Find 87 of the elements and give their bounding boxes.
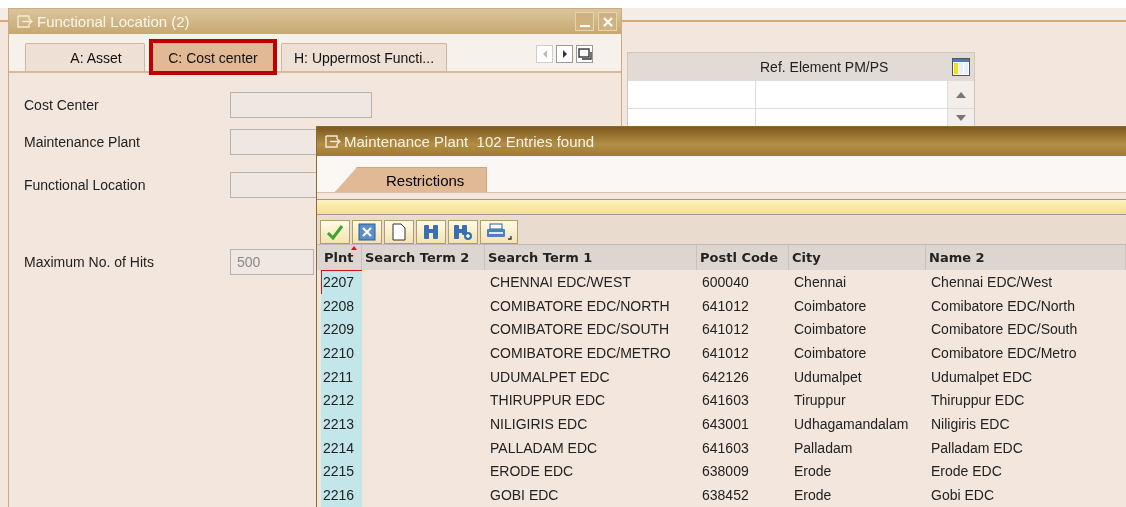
minimize-icon — [579, 24, 590, 27]
key-cell[interactable]: 2212 — [321, 388, 362, 413]
tab[interactable]: A: Asset — [25, 43, 145, 71]
window-icon — [17, 15, 33, 28]
new-page-button[interactable] — [384, 220, 414, 244]
table-cell-text: Comibatore EDC/North — [930, 296, 1076, 316]
right-arrow-icon — [560, 49, 569, 59]
table-cell-text: 638009 — [701, 462, 750, 482]
printer-icon — [486, 223, 512, 241]
table-cell-text: Udumalpet — [793, 367, 863, 387]
key-cell[interactable]: 2215 — [321, 459, 362, 484]
window-icon — [325, 135, 341, 148]
column-header[interactable]: City — [789, 245, 926, 270]
table-cell-text: COMIBATORE EDC/NORTH — [489, 296, 671, 316]
table-cell-text: Chennai — [793, 272, 848, 292]
tab[interactable]: H: Uppermost Functi... — [281, 43, 448, 71]
key-cell[interactable]: 2209 — [321, 317, 362, 342]
table-cell-text: THIRUPPUR EDC — [489, 391, 607, 411]
table-cell-text: 600040 — [701, 272, 750, 292]
table-cell-text: Erode — [793, 462, 833, 482]
table-cell-text: COMIBATORE EDC/METRO — [489, 343, 672, 363]
tab[interactable]: C: Cost center — [153, 43, 273, 71]
table-cell-text: Coimbatore — [793, 296, 868, 316]
close-icon — [358, 223, 376, 241]
close-icon — [601, 15, 614, 28]
table-cell-text: Thiruppur EDC — [930, 391, 1026, 411]
table-cell-text: 641603 — [701, 391, 750, 411]
key-cell[interactable]: 2211 — [321, 364, 362, 389]
minimize-button[interactable] — [575, 12, 594, 31]
column-header[interactable]: Search Term 2 — [362, 245, 485, 270]
windows-icon — [577, 48, 592, 60]
key-cell[interactable]: 2216 — [321, 483, 362, 507]
key-cell[interactable]: 2214 — [321, 435, 362, 460]
table-cell-text: PALLADAM EDC — [489, 438, 599, 458]
column-header[interactable]: Search Term 1 — [485, 245, 697, 270]
column-settings-icon[interactable] — [952, 57, 970, 76]
confirm-button[interactable] — [320, 220, 350, 244]
table-cell-text: GOBI EDC — [489, 486, 560, 506]
field-label: Functional Location — [24, 177, 147, 193]
field-label: Maximum No. of Hits — [24, 254, 155, 270]
window-title: Maintenance Plant 102 Entries found — [344, 133, 595, 150]
key-cell[interactable]: 2210 — [321, 341, 362, 365]
table-cell-text: Udumalpet EDC — [930, 367, 1034, 387]
table-cell-text: Coimbatore — [793, 320, 868, 340]
table-cell-text: Erode — [793, 486, 833, 506]
table-cell-text: Comibatore EDC/Metro — [930, 343, 1078, 363]
input-field[interactable] — [230, 92, 372, 118]
table-cell-text: 642126 — [701, 367, 750, 387]
field-label: Maintenance Plant — [24, 134, 141, 150]
page-icon — [392, 223, 406, 241]
table-cell-text: Gobi EDC — [930, 486, 996, 506]
key-cell[interactable]: 2213 — [321, 412, 362, 436]
table-cell-text: 641012 — [701, 296, 750, 316]
column-header[interactable]: Postl Code — [697, 245, 789, 270]
close-button[interactable] — [598, 12, 617, 31]
table-cell-text: 641603 — [701, 438, 750, 458]
table-cell-text: Comibatore EDC/South — [930, 320, 1079, 340]
cancel-button[interactable] — [352, 220, 382, 244]
table-cell-text: 641012 — [701, 343, 750, 363]
window-title: Functional Location (2) — [37, 13, 191, 30]
table-cell-text: UDUMALPET EDC — [489, 367, 611, 387]
column-header[interactable]: Name 2 — [926, 245, 1126, 270]
key-cell[interactable]: 2208 — [321, 293, 362, 318]
table-cell-text: Udhagamandalam — [793, 414, 910, 434]
table-cell-text: Palladam — [793, 438, 854, 458]
print-button[interactable] — [480, 220, 518, 244]
table-cell-text: Tiruppur — [793, 391, 847, 411]
table-cell-text: ERODE EDC — [489, 462, 575, 482]
scroll-right-button[interactable] — [556, 45, 573, 63]
table-cell-text: Coimbatore — [793, 343, 868, 363]
table-cell-text: CHENNAI EDC/WEST — [489, 272, 632, 292]
table-cell-text: COMIBATORE EDC/SOUTH — [489, 320, 671, 340]
table-cell-text: Niligiris EDC — [930, 414, 1011, 434]
table-cell-text: 641012 — [701, 320, 750, 340]
field-label: Cost Center — [24, 97, 100, 113]
table-cell-text: 638452 — [701, 486, 750, 506]
scroll-down-icon[interactable] — [956, 115, 966, 121]
scroll-up-icon[interactable] — [956, 91, 966, 98]
tab[interactable]: Restrictions — [335, 167, 488, 192]
key-cell[interactable]: 2207 — [321, 270, 362, 294]
tab-list-button[interactable] — [576, 45, 593, 63]
checkmark-icon — [326, 224, 344, 240]
table-cell-text: NILIGIRIS EDC — [489, 414, 589, 434]
table-cell-text: Erode EDC — [930, 462, 1003, 482]
table-cell-text: Palladam EDC — [930, 438, 1024, 458]
table-cell-text: Chennai EDC/West — [930, 272, 1054, 292]
table-cell-text: 643001 — [701, 414, 750, 434]
